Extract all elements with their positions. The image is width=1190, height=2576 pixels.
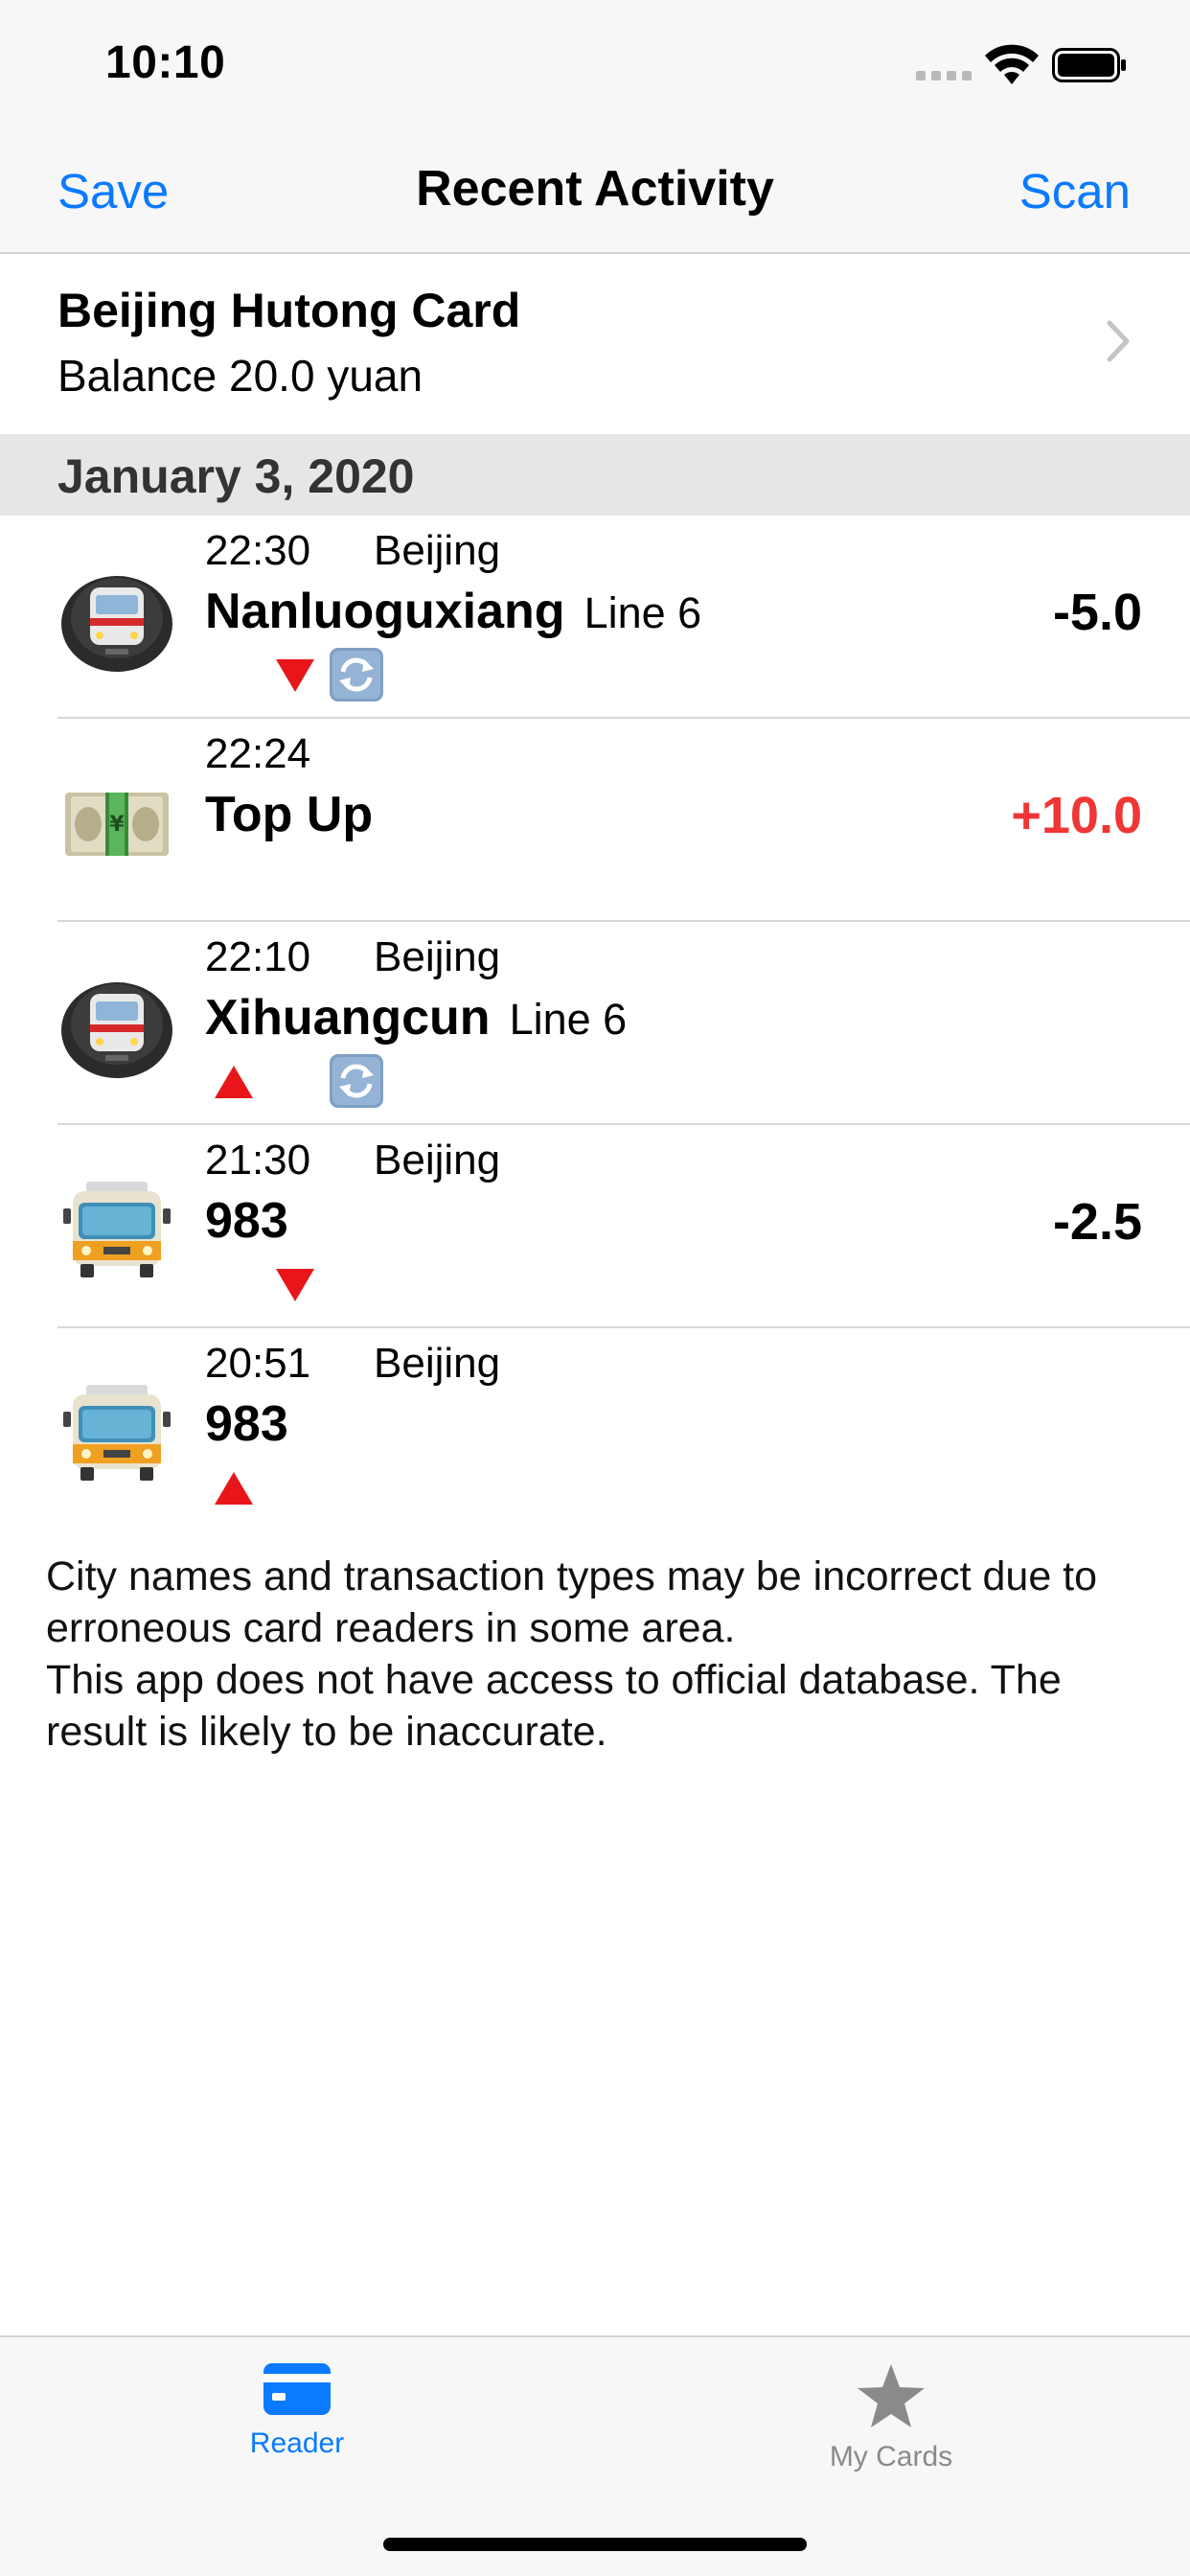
transaction-amount: +10.0 bbox=[1011, 787, 1142, 844]
navigation-header: 10:10 Save Recent Activity Scan bbox=[0, 0, 1190, 254]
card-summary-cell[interactable]: Beijing Hutong Card Balance 20.0 yuan bbox=[0, 256, 1190, 434]
transaction-row[interactable]: 22:30 Beijing Nanluoguxiang Line 6 -5.0 bbox=[0, 516, 1190, 719]
section-header-date: January 3, 2020 bbox=[0, 434, 1190, 516]
transaction-title: Nanluoguxiang Line 6 bbox=[205, 583, 701, 640]
line-name: Line 6 bbox=[584, 588, 702, 637]
star-icon bbox=[858, 2364, 925, 2427]
tab-reader-label: Reader bbox=[249, 2427, 345, 2459]
wifi-icon bbox=[985, 44, 1039, 84]
disclaimer-line-2: This app does not have access to officia… bbox=[46, 1657, 1062, 1755]
transaction-row[interactable]: 21:30 Beijing 983 -2.5 bbox=[0, 1125, 1190, 1328]
line-name: Line 6 bbox=[509, 995, 628, 1044]
exit-down-triangle-icon bbox=[276, 659, 314, 692]
transaction-time: 22:10 bbox=[205, 933, 311, 980]
entry-up-triangle-icon bbox=[215, 1472, 253, 1505]
transaction-row[interactable]: 22:10 Beijing Xihuangcun Line 6 bbox=[0, 922, 1190, 1125]
status-time: 10:10 bbox=[105, 37, 226, 88]
transaction-type: Top Up bbox=[205, 787, 374, 842]
transaction-time: 22:24 bbox=[205, 730, 311, 777]
transaction-list: 22:30 Beijing Nanluoguxiang Line 6 -5.0 ¥… bbox=[0, 516, 1190, 1531]
transaction-title: Top Up bbox=[205, 786, 373, 843]
battery-icon bbox=[1052, 48, 1126, 82]
transaction-row[interactable]: 20:51 Beijing 983 bbox=[0, 1328, 1190, 1531]
route-number: 983 bbox=[205, 1396, 288, 1452]
metro-train-icon bbox=[61, 982, 172, 1078]
bus-icon bbox=[63, 1385, 171, 1481]
transaction-title: Xihuangcun Line 6 bbox=[205, 989, 627, 1046]
transaction-city: Beijing bbox=[374, 1340, 501, 1387]
transfer-sync-icon bbox=[330, 1054, 383, 1108]
section-date: January 3, 2020 bbox=[57, 449, 415, 503]
tab-reader[interactable]: Reader bbox=[182, 2362, 412, 2460]
transaction-time: 21:30 bbox=[205, 1137, 311, 1184]
transaction-city: Beijing bbox=[374, 933, 501, 980]
tab-my-cards-label: My Cards bbox=[829, 2441, 953, 2472]
signal-dots-icon bbox=[916, 71, 972, 80]
chevron-right-icon bbox=[1107, 320, 1130, 362]
svg-text:¥: ¥ bbox=[109, 813, 125, 837]
page-title: Recent Activity bbox=[416, 161, 774, 217]
transaction-row[interactable]: ¥ 22:24 Top Up +10.0 bbox=[0, 719, 1190, 922]
transaction-city: Beijing bbox=[374, 527, 501, 574]
transaction-title: 983 bbox=[205, 1192, 288, 1250]
metro-train-icon bbox=[61, 576, 172, 672]
entry-up-triangle-icon bbox=[215, 1066, 253, 1098]
home-indicator bbox=[383, 2538, 807, 2551]
disclaimer-line-1: City names and transaction types may be … bbox=[46, 1553, 1098, 1651]
card-icon bbox=[263, 2363, 331, 2415]
tab-my-cards[interactable]: My Cards bbox=[776, 2362, 1006, 2473]
transaction-city: Beijing bbox=[374, 1137, 501, 1184]
scan-button[interactable]: Scan bbox=[1019, 163, 1131, 219]
transaction-title: 983 bbox=[205, 1395, 288, 1453]
money-banknote-icon: ¥ bbox=[65, 793, 169, 856]
transaction-time: 22:30 bbox=[205, 527, 311, 574]
route-number: 983 bbox=[205, 1193, 288, 1249]
transaction-amount: -5.0 bbox=[1052, 584, 1142, 641]
card-name: Beijing Hutong Card bbox=[57, 284, 521, 337]
transfer-sync-icon bbox=[330, 648, 383, 702]
station-name: Xihuangcun bbox=[205, 990, 491, 1046]
transaction-amount: -2.5 bbox=[1052, 1193, 1142, 1251]
station-name: Nanluoguxiang bbox=[205, 584, 565, 639]
disclaimer-footer: City names and transaction types may be … bbox=[46, 1551, 1148, 1758]
bus-icon bbox=[63, 1182, 171, 1277]
card-balance: Balance 20.0 yuan bbox=[57, 351, 423, 401]
exit-down-triangle-icon bbox=[276, 1269, 314, 1301]
transaction-time: 20:51 bbox=[205, 1340, 311, 1387]
